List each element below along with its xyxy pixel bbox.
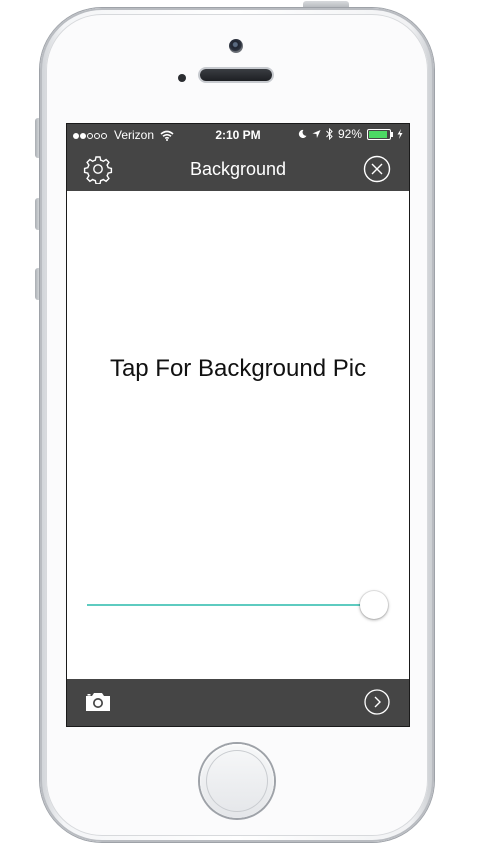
nav-bar: Background <box>67 146 409 191</box>
close-button[interactable] <box>362 154 392 184</box>
bluetooth-icon <box>326 128 333 140</box>
battery-percent: 92% <box>337 127 362 141</box>
proximity-sensor <box>178 74 186 82</box>
background-pic-prompt: Tap For Background Pic <box>109 355 367 382</box>
front-camera <box>229 39 243 53</box>
power-button <box>303 1 349 8</box>
battery-icon <box>367 128 393 140</box>
status-right: 92% <box>298 127 403 141</box>
app-screen: Verizon 2:10 PM 92% Background Tap For B… <box>67 124 409 726</box>
slider-track <box>87 604 374 606</box>
camera-button[interactable] <box>83 688 113 716</box>
moon-icon <box>298 129 307 139</box>
battery-fill <box>369 130 387 138</box>
charging-bolt-icon <box>397 129 403 139</box>
camera-icon <box>86 693 110 711</box>
location-arrow-icon <box>312 129 321 139</box>
page-title: Background <box>189 159 287 179</box>
bottom-toolbar <box>67 679 409 726</box>
next-button[interactable] <box>362 688 392 716</box>
home-button-ring <box>206 750 268 812</box>
earpiece-speaker <box>200 69 272 81</box>
status-bar: Verizon 2:10 PM 92% <box>67 124 409 146</box>
slider-thumb[interactable] <box>360 591 388 619</box>
chevron-right-circle-icon <box>364 689 390 715</box>
background-slider[interactable] <box>87 590 389 620</box>
background-picker-area[interactable]: Tap For Background Pic <box>67 191 409 677</box>
close-circle-icon <box>363 155 391 183</box>
